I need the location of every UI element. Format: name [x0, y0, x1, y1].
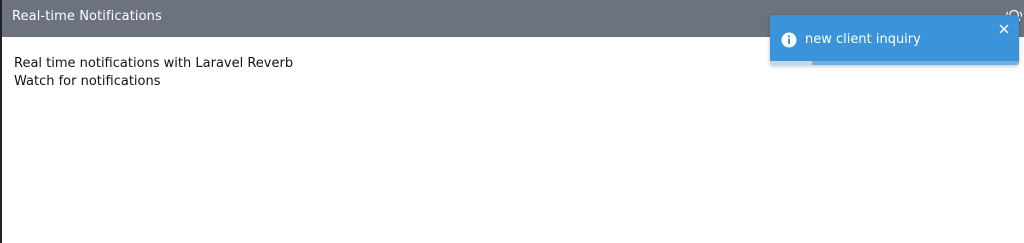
- page-title: Real-time Notifications: [12, 9, 162, 24]
- content-line-watch: Watch for notifications: [14, 74, 161, 89]
- notification-toast[interactable]: new client inquiry: [770, 15, 1019, 65]
- main-content: Real time notifications with Laravel Rev…: [14, 55, 293, 91]
- close-icon[interactable]: [998, 20, 1010, 34]
- info-circle-icon: [781, 32, 797, 48]
- app-window: Real-time Notifications Real time notifi…: [0, 0, 1024, 243]
- toast-progress-track: [770, 61, 1019, 65]
- toast-progress-bar: [770, 61, 813, 65]
- content-line-intro: Real time notifications with Laravel Rev…: [14, 56, 294, 71]
- toast-message: new client inquiry: [805, 32, 921, 47]
